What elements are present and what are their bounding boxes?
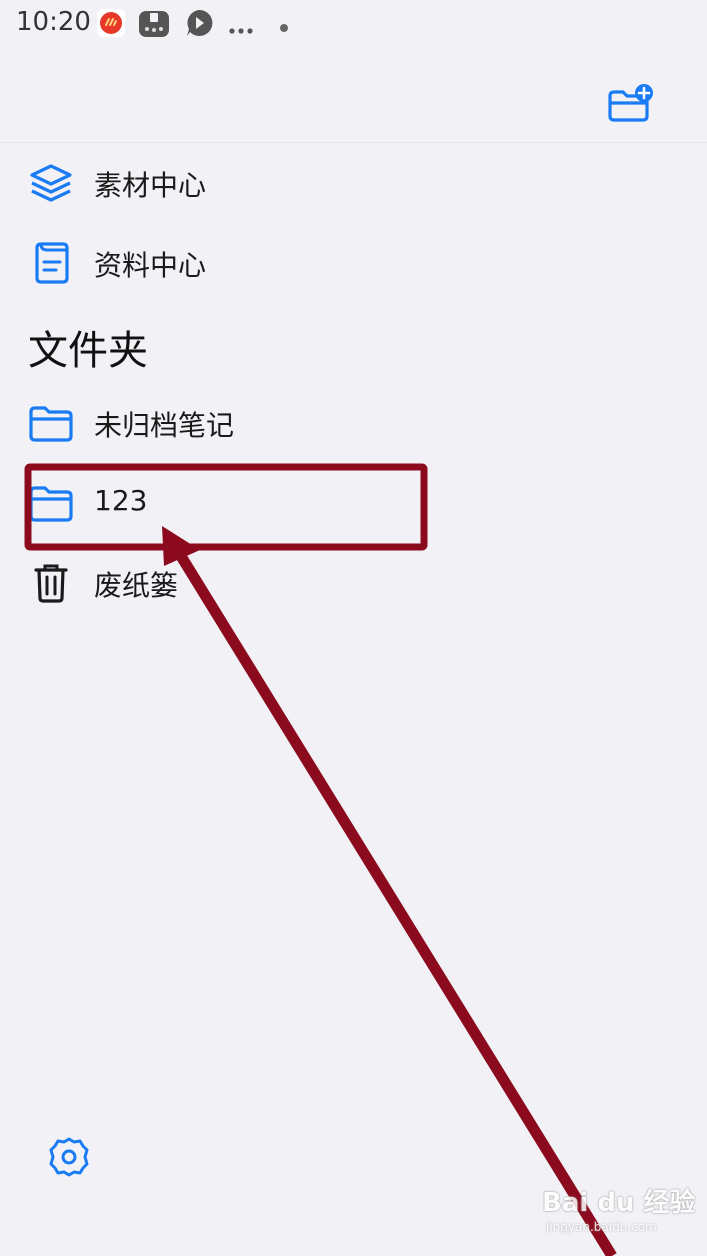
- layers-icon: [28, 160, 74, 206]
- watermark-brand: Bai du 经验: [542, 1188, 696, 1218]
- status-time: 10:20: [16, 7, 91, 37]
- folder-item-label: 123: [94, 484, 148, 517]
- folder-item-label: 废纸篓: [94, 569, 179, 602]
- gear-icon: [49, 1137, 89, 1177]
- status-bar: 10:20: [0, 0, 707, 50]
- app-notification-icon: [96, 8, 126, 42]
- folder-item-label: 未归档笔记: [94, 409, 235, 442]
- folder-icon: [28, 480, 74, 526]
- document-icon: [28, 240, 74, 286]
- folder-icon: [28, 400, 74, 446]
- section-title-folders: 文件夹: [28, 328, 148, 374]
- new-folder-button[interactable]: [604, 82, 656, 128]
- video-bubble-icon: [184, 8, 214, 42]
- folder-item-unfiled[interactable]: 未归档笔记: [0, 382, 707, 462]
- settings-button[interactable]: [48, 1136, 90, 1178]
- folder-item-trash[interactable]: 废纸篓: [0, 542, 707, 622]
- header: [0, 50, 707, 143]
- folder-plus-icon: [608, 84, 653, 122]
- nav-item-label: 素材中心: [94, 169, 207, 202]
- folder-item-123[interactable]: 123: [0, 462, 707, 542]
- nav-item-materials[interactable]: 素材中心: [0, 142, 707, 222]
- annotation-arrow-shaft: [171, 545, 617, 1256]
- watermark: Bai du 经验 jingyan.baidu.com: [542, 1176, 696, 1242]
- trash-icon: [28, 560, 74, 606]
- watermark-url: jingyan.baidu.com: [546, 1220, 657, 1234]
- nav-item-documents[interactable]: 资料中心: [0, 222, 707, 302]
- nav-item-label: 资料中心: [94, 249, 207, 282]
- game-controller-icon: [138, 8, 170, 44]
- more-dots-icon: [229, 20, 253, 39]
- dot-icon: [279, 18, 289, 37]
